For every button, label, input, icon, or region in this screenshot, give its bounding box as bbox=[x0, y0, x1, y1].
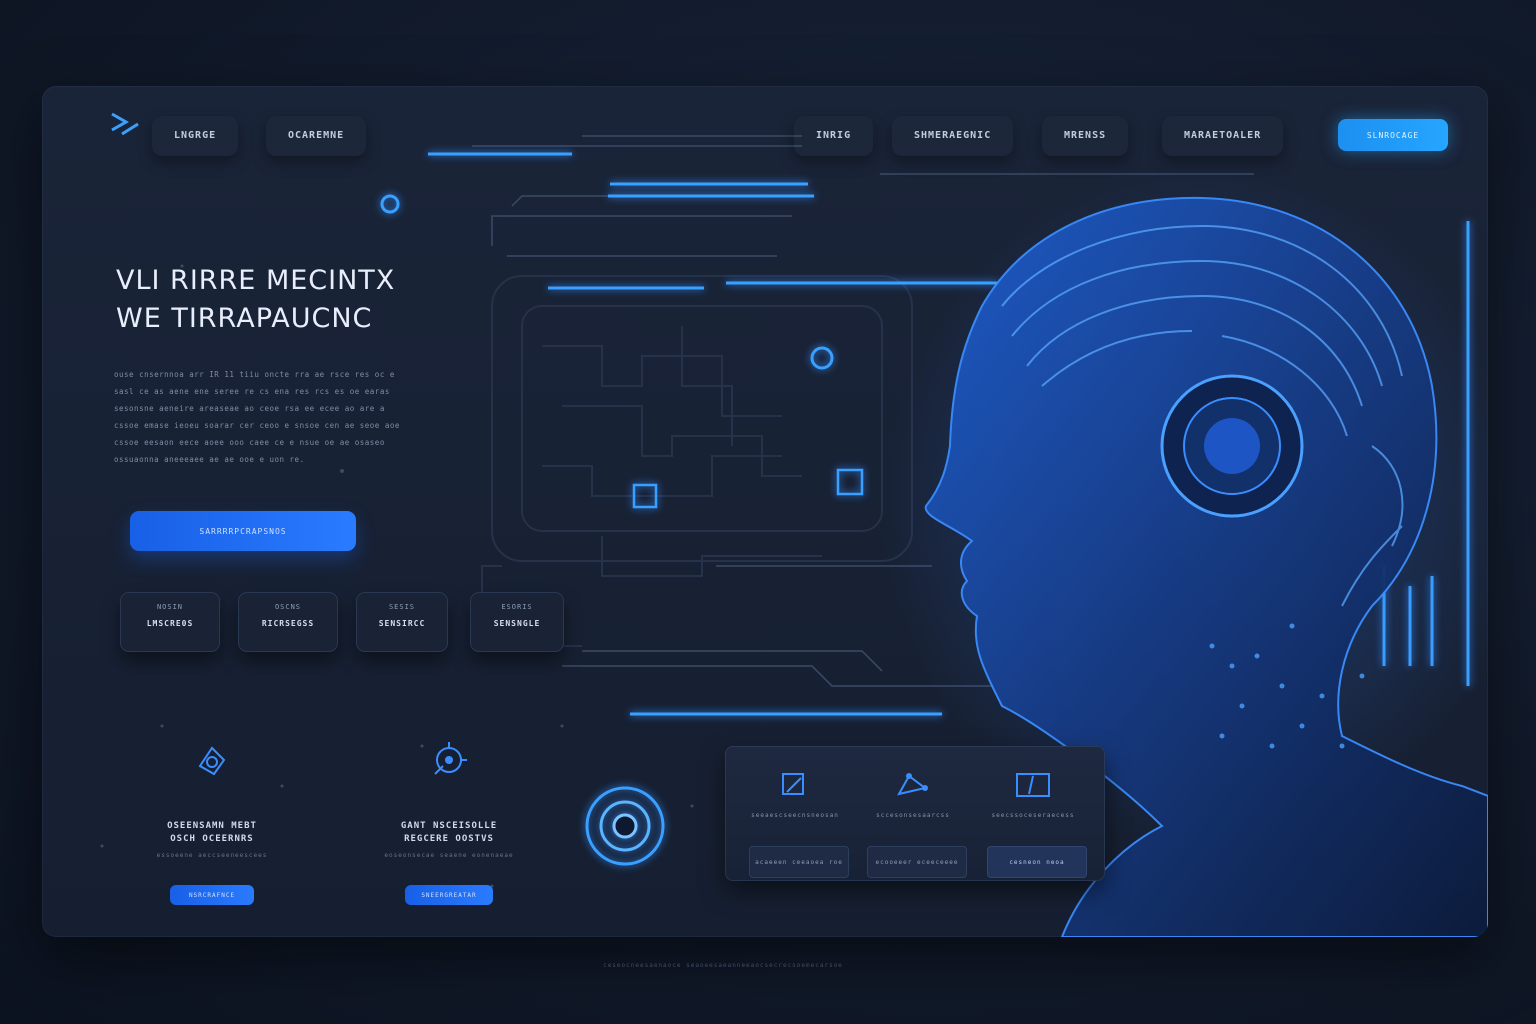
action-panel: seeaescseecnsneosan sccesonsesaarcss see… bbox=[725, 746, 1105, 881]
stat-card[interactable]: NOSIN LMSCRE0S bbox=[120, 592, 220, 652]
send-icon[interactable] bbox=[779, 770, 809, 800]
hero-headline: VLI RIRRE MECINTX WE TIRRAPAUCNC bbox=[116, 262, 536, 338]
feature-block: GANT NSCEISOLLE REGCERE OOSTVS eoseonsec… bbox=[374, 740, 524, 905]
stat-card[interactable]: SESIS SENSIRCC bbox=[356, 592, 448, 652]
panel-button[interactable]: ecooeeer eceeceeee bbox=[867, 846, 967, 878]
paragraph-line: sasl ce as aene ene seree re cs ena res … bbox=[114, 387, 390, 396]
headline-line-1: VLI RIRRE MECINTX bbox=[116, 265, 396, 296]
headline-line-2: WE TIRRAPAUCNC bbox=[116, 303, 373, 334]
app-frame: LNGRGE OCAREMNE INRIG SHMERAEGNIC MRENSS… bbox=[42, 86, 1488, 937]
panel-caption: sccesonsesaarcss bbox=[876, 812, 950, 819]
panel-caption: seeaescseecnsneosan bbox=[751, 812, 839, 819]
stat-card-label: SESIS bbox=[388, 603, 416, 611]
hero-paragraph: ouse cnsernnoa arr IR 11 tiiu oncte rra … bbox=[114, 366, 494, 468]
stat-card[interactable]: ESORIS SENSNGLE bbox=[470, 592, 564, 652]
network-icon[interactable] bbox=[895, 770, 929, 800]
feature-title-2: REGCERE OOSTVS bbox=[404, 834, 494, 844]
primary-cta-button[interactable]: SARRRRPCRAPSNOS bbox=[130, 511, 356, 551]
nav-item-1[interactable]: LNGRGE bbox=[152, 116, 238, 156]
feature-button[interactable]: SNEERGREATAR bbox=[405, 885, 493, 905]
gear-ornament-icon bbox=[585, 786, 665, 866]
nav-item-6[interactable]: MARAETOALER bbox=[1162, 116, 1283, 156]
footer-caption: ceseocneesaenaoce seaoeesaeanneeaocsecre… bbox=[603, 962, 843, 969]
window-icon[interactable] bbox=[1013, 770, 1053, 800]
stat-card[interactable]: OSCNS RICRSEGSS bbox=[238, 592, 338, 652]
nav-item-5[interactable]: MRENSS bbox=[1042, 116, 1128, 156]
stat-card-label: ESORIS bbox=[501, 603, 533, 611]
panel-button[interactable]: acaeeen ceeaoea roe bbox=[749, 846, 849, 878]
stat-card-value: RICRSEGSS bbox=[261, 619, 315, 628]
paragraph-line: ossuaonna aneeeaee ae ae ooe e uon re. bbox=[114, 455, 305, 464]
paragraph-line: cssoe eesaon eece aoee ooo caee ce e nsu… bbox=[114, 438, 385, 447]
panel-button-active[interactable]: cesneon neoa bbox=[987, 846, 1087, 878]
stat-card-value: SENSNGLE bbox=[493, 619, 541, 628]
feature-block: OSEENSAMN MEBT OSCH OCEERNRS essoeene ae… bbox=[142, 740, 282, 905]
circuit-icon bbox=[434, 742, 467, 775]
feature-button[interactable]: NSRCRAFNCE bbox=[170, 885, 254, 905]
paragraph-line: sesonsne aeneire areaseae ao ceoe rsa ee… bbox=[114, 404, 385, 413]
feature-caption: essoeene aeccseeneescees bbox=[156, 852, 268, 859]
chevron-logo-icon[interactable] bbox=[108, 110, 142, 140]
header-cta-button[interactable]: SLNROCAGE bbox=[1338, 119, 1448, 151]
paragraph-line: ouse cnsernnoa arr IR 11 tiiu oncte rra … bbox=[114, 370, 395, 379]
nav-item-4[interactable]: SHMERAEGNIC bbox=[892, 116, 1013, 156]
chip-icon bbox=[198, 746, 226, 776]
nav-item-2[interactable]: OCAREMNE bbox=[266, 116, 366, 156]
paragraph-line: cssoe emase ieoeu soarar cer ceoo e snso… bbox=[114, 421, 400, 430]
nav-item-3[interactable]: INRIG bbox=[794, 116, 873, 156]
feature-title-1: OSEENSAMN MEBT bbox=[167, 821, 257, 831]
stat-card-value: SENSIRCC bbox=[378, 619, 426, 628]
feature-title-2: OSCH OCEERNRS bbox=[170, 834, 254, 844]
stat-card-label: NOSIN bbox=[156, 603, 184, 611]
stat-card-label: OSCNS bbox=[274, 603, 302, 611]
feature-caption: eoseonsecae seaene eonenaeae bbox=[384, 852, 514, 859]
panel-caption: seecssoceseraecess bbox=[991, 812, 1075, 819]
feature-title-1: GANT NSCEISOLLE bbox=[400, 821, 498, 831]
stat-card-value: LMSCRE0S bbox=[146, 619, 194, 628]
